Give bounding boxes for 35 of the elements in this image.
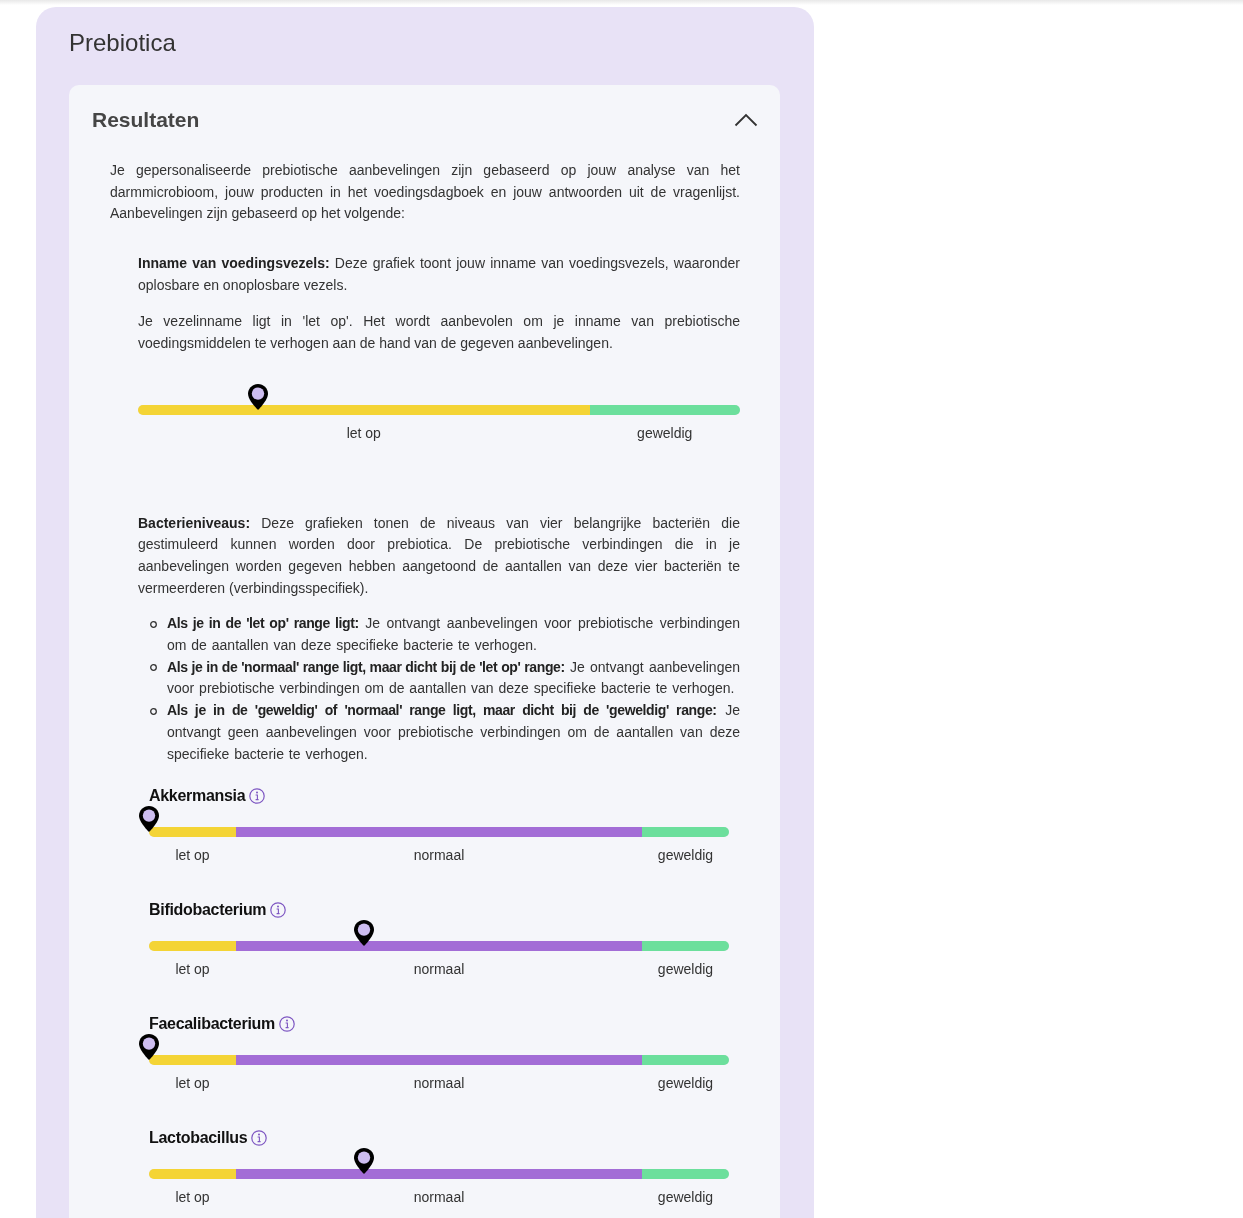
info-icon[interactable] xyxy=(249,788,266,805)
range-label: normaal xyxy=(413,960,465,979)
bacteria-name: Akkermansia xyxy=(149,786,246,807)
bacteria-name: Faecalibacterium xyxy=(149,1014,275,1035)
range-label: geweldig xyxy=(657,846,714,865)
range-label: let op xyxy=(346,423,381,442)
bacteria-paragraph: Bacterieniveaus: Deze grafieken tonen de niveaus van vier belangrijke bacteriën die gestimuleerd kunnen worden door prebiotica. De prebiotische verbindingen die in je aanbevelingen worden gegeven hebben aangetoond de aantallen van deze vier bacteriën te vermeerderen (verbindingsspecifiek). xyxy=(138,513,740,598)
info-icon[interactable] xyxy=(270,902,287,919)
page-title: Prebiotica xyxy=(69,28,176,58)
bullet-icon xyxy=(150,620,157,628)
range-label: geweldig xyxy=(657,1188,714,1207)
range-label: geweldig xyxy=(637,423,693,442)
info-icon[interactable] xyxy=(251,1130,268,1147)
intro-paragraph: Je gepersonaliseerde prebiotische aanbevelingen zijn gebaseerd op jouw analyse van het darmmicrobioom, jouw producten in het voedingsdagboek en jouw antwoorden uit de vragenlijst. Aanbevelingen zijn gebaseerd op het volgende: xyxy=(110,161,740,224)
fiber-paragraph: Inname van voedingsvezels: Deze grafiek toont jouw inname van voedingsvezels, waaronder oplosbare en onoplosbare vezels. xyxy=(138,254,740,295)
bacteria-name: Bifidobacterium xyxy=(149,900,267,921)
range-label: let op xyxy=(175,1074,210,1093)
list-item-text: Als je in de 'geweldig' of 'normaal' range ligt, maar dicht bij de 'geweldig' range: Je ontvangt geen aanbevelingen voor prebiotische verbindingen om de aantallen van deze specifieke bacterie te verhogen. xyxy=(167,701,740,764)
section-title: Resultaten xyxy=(92,107,200,133)
chevron-up-icon[interactable] xyxy=(734,113,758,127)
range-label: normaal xyxy=(413,846,465,865)
list-item-text: Als je in de 'let op' range ligt: Je ontvangt aanbevelingen voor prebiotische verbindingen om de aantallen van deze specifieke bacterie te verhogen. xyxy=(167,614,740,656)
bacteria-name: Lactobacillus xyxy=(149,1128,248,1149)
bullet-icon xyxy=(150,707,157,715)
range-label: let op xyxy=(175,846,210,865)
list-item-text: Als je in de 'normaal' range ligt, maar dicht bij de 'let op' range: Je ontvangt aanbevelingen voor prebiotische verbindingen om de aantallen van deze specifieke bacterie te verhogen. xyxy=(167,657,740,699)
range-label: normaal xyxy=(413,1188,465,1207)
bullet-icon xyxy=(150,664,157,672)
fiber-paragraph: Je vezelinname ligt in 'let op'. Het wordt aanbevolen om je inname van prebiotische voedingsmiddelen te verhogen aan de hand van de gegeven aanbevelingen. xyxy=(138,312,740,353)
range-label: geweldig xyxy=(657,960,714,979)
range-label: normaal xyxy=(413,1074,465,1093)
range-label: let op xyxy=(175,1188,210,1207)
range-label: let op xyxy=(175,960,210,979)
info-icon[interactable] xyxy=(278,1016,295,1033)
range-label: geweldig xyxy=(657,1074,714,1093)
